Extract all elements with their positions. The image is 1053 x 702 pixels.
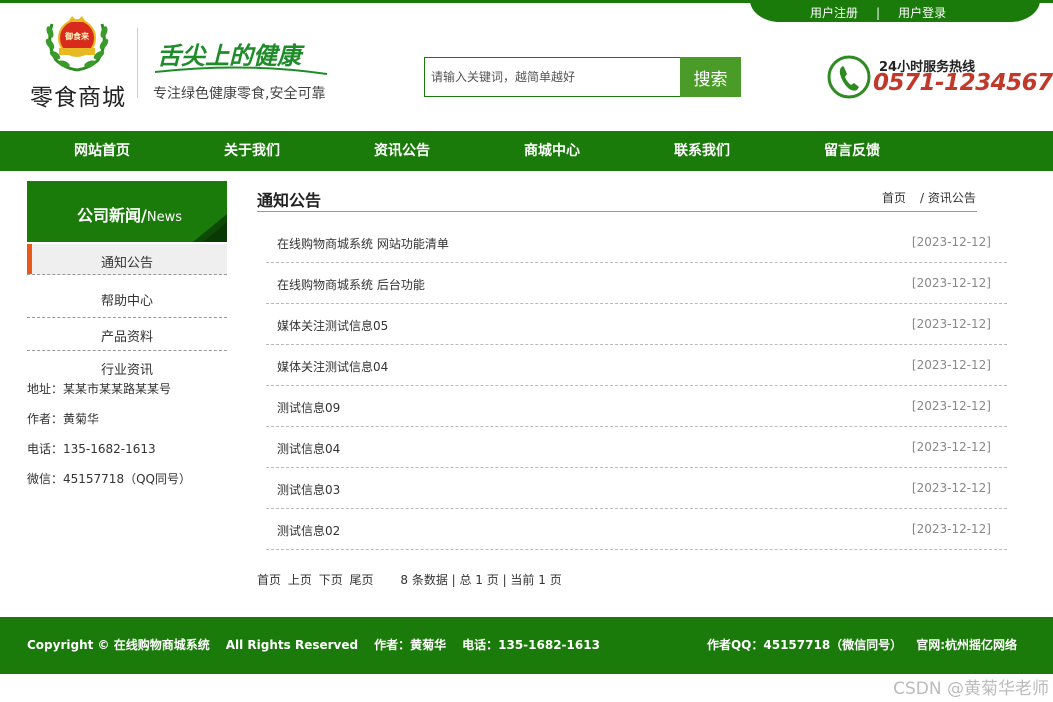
sidebar-header: 公司新闻/News bbox=[27, 181, 227, 242]
user-links: 用户注册 | 用户登录 bbox=[810, 4, 946, 21]
news-date: [2023-12-12] bbox=[911, 276, 991, 290]
slogan-artwork: 舌尖上的健康 bbox=[155, 41, 328, 75]
news-list: 在线购物商城系统 网站功能清单 [2023-12-12] 在线购物商城系统 后台功… bbox=[266, 222, 1007, 550]
breadcrumb: 首页 / 资讯公告 bbox=[882, 189, 976, 206]
footer: Copyright © 在线购物商城系统 All Rights Reserved 作… bbox=[0, 617, 1053, 674]
pager-last[interactable]: 尾页 bbox=[350, 573, 374, 587]
footer-rights: All Rights Reserved bbox=[225, 638, 359, 652]
logo-divider bbox=[137, 28, 138, 98]
title-divider bbox=[257, 211, 977, 212]
page-title: 通知公告 bbox=[257, 191, 322, 210]
sidebar-item-help[interactable]: 帮助中心 bbox=[27, 275, 227, 318]
list-item[interactable]: 在线购物商城系统 后台功能 [2023-12-12] bbox=[266, 263, 1007, 304]
sidebar-title: 公司新闻/News bbox=[77, 206, 182, 225]
login-link[interactable]: 用户登录 bbox=[898, 6, 946, 20]
hotline-number: 0571-12345678 bbox=[873, 70, 1053, 96]
news-date: [2023-12-12] bbox=[911, 440, 991, 454]
footer-site[interactable]: 官网:杭州摇亿网络 bbox=[916, 638, 1017, 652]
list-item[interactable]: 测试信息02 [2023-12-12] bbox=[266, 509, 1007, 550]
list-item[interactable]: 测试信息03 [2023-12-12] bbox=[266, 468, 1007, 509]
news-title[interactable]: 测试信息03 bbox=[277, 481, 340, 498]
breadcrumb-current[interactable]: / 资讯公告 bbox=[920, 191, 976, 205]
pager-next[interactable]: 下页 bbox=[319, 573, 343, 587]
pagination: 首页 上页 下页 尾页 8 条数据 | 总 1 页 | 当前 1 页 bbox=[257, 571, 565, 588]
pager-first[interactable]: 首页 bbox=[257, 573, 281, 587]
contact-phone: 电话：135-1682-1613 bbox=[27, 442, 156, 456]
news-date: [2023-12-12] bbox=[911, 399, 991, 413]
news-date: [2023-12-12] bbox=[911, 481, 991, 495]
pager-prev[interactable]: 上页 bbox=[288, 573, 312, 587]
news-title[interactable]: 测试信息09 bbox=[277, 399, 340, 416]
slogan-art-text: 舌尖上的健康 bbox=[157, 41, 305, 70]
contact-wechat: 微信：45157718（QQ同号） bbox=[27, 472, 191, 486]
list-item[interactable]: 测试信息09 [2023-12-12] bbox=[266, 386, 1007, 427]
contact-info: 地址：某某市某某路某某号 作者：黄菊华 电话：135-1682-1613 微信：… bbox=[27, 380, 191, 500]
footer-right: 作者QQ：45157718（微信同号） 官网:杭州摇亿网络 bbox=[693, 636, 1017, 653]
news-title[interactable]: 媒体关注测试信息05 bbox=[277, 317, 388, 334]
sidebar-item-products[interactable]: 产品资料 bbox=[27, 318, 227, 351]
footer-qq: 作者QQ：45157718（微信同号） bbox=[706, 638, 903, 652]
sidebar-corner-decoration bbox=[193, 214, 227, 242]
news-title[interactable]: 在线购物商城系统 网站功能清单 bbox=[277, 235, 449, 252]
footer-phone: 电话：135-1682-1613 bbox=[462, 638, 600, 652]
nav-item-about[interactable]: 关于我们 bbox=[224, 131, 280, 171]
site-logo[interactable]: 御食来 零食商城 bbox=[30, 14, 130, 111]
sidebar-title-en: News bbox=[146, 210, 182, 225]
news-date: [2023-12-12] bbox=[911, 235, 991, 249]
emblem-icon: 御食来 bbox=[45, 16, 109, 72]
footer-left: Copyright © 在线购物商城系统 All Rights Reserved 作… bbox=[27, 636, 616, 653]
phone-icon bbox=[827, 55, 871, 99]
news-title[interactable]: 测试信息02 bbox=[277, 522, 340, 539]
search-input[interactable] bbox=[425, 58, 681, 96]
sidebar-item-industry[interactable]: 行业资讯 bbox=[27, 351, 227, 379]
user-bar: 用户注册 | 用户登录 bbox=[750, 0, 1053, 22]
main-nav: 网站首页 关于我们 资讯公告 商城中心 联系我们 留言反馈 bbox=[0, 131, 1053, 171]
register-link[interactable]: 用户注册 bbox=[810, 6, 858, 20]
contact-address: 地址：某某市某某路某某号 bbox=[27, 382, 172, 396]
list-item[interactable]: 媒体关注测试信息05 [2023-12-12] bbox=[266, 304, 1007, 345]
list-item[interactable]: 测试信息04 [2023-12-12] bbox=[266, 427, 1007, 468]
logo-name: 零食商城 bbox=[30, 85, 126, 111]
news-title[interactable]: 媒体关注测试信息04 bbox=[277, 358, 388, 375]
news-date: [2023-12-12] bbox=[911, 317, 991, 331]
search-button[interactable]: 搜索 bbox=[680, 57, 741, 97]
contact-author: 作者：黄菊华 bbox=[27, 412, 100, 426]
slogan-text: 专注绿色健康零食,安全可靠 bbox=[153, 86, 326, 102]
user-links-separator: | bbox=[876, 6, 881, 20]
news-date: [2023-12-12] bbox=[911, 522, 991, 536]
news-title[interactable]: 测试信息04 bbox=[277, 440, 340, 457]
nav-item-home[interactable]: 网站首页 bbox=[74, 131, 130, 171]
sidebar-item-notice[interactable]: 通知公告 bbox=[27, 244, 227, 275]
search-box bbox=[424, 57, 681, 97]
emblem-text: 御食来 bbox=[64, 31, 90, 41]
footer-copyright: Copyright © 在线购物商城系统 bbox=[27, 638, 210, 652]
nav-item-shop[interactable]: 商城中心 bbox=[524, 131, 580, 171]
news-title[interactable]: 在线购物商城系统 后台功能 bbox=[277, 276, 425, 293]
list-item[interactable]: 媒体关注测试信息04 [2023-12-12] bbox=[266, 345, 1007, 386]
nav-item-feedback[interactable]: 留言反馈 bbox=[824, 131, 880, 171]
sidebar-menu: 通知公告 帮助中心 产品资料 行业资讯 bbox=[27, 244, 227, 379]
pager-stats: 8 条数据 | 总 1 页 | 当前 1 页 bbox=[400, 573, 562, 587]
nav-item-contact[interactable]: 联系我们 bbox=[674, 131, 730, 171]
nav-item-news[interactable]: 资讯公告 bbox=[374, 131, 430, 171]
footer-author: 作者：黄菊华 bbox=[374, 638, 447, 652]
list-item[interactable]: 在线购物商城系统 网站功能清单 [2023-12-12] bbox=[266, 222, 1007, 263]
news-date: [2023-12-12] bbox=[911, 358, 991, 372]
breadcrumb-home[interactable]: 首页 bbox=[882, 191, 906, 205]
watermark: CSDN @黄菊华老师 bbox=[893, 679, 1049, 699]
